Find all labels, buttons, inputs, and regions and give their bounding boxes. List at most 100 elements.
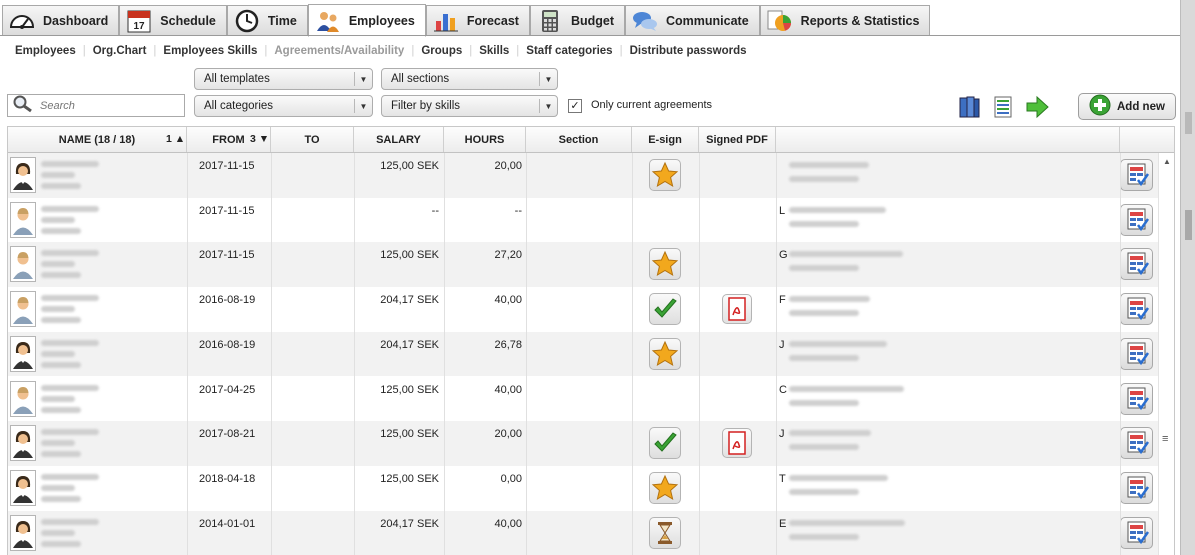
column-hours-label: HOURS xyxy=(464,133,505,146)
scroll-up-icon[interactable]: ▲ xyxy=(1163,157,1171,166)
edit-agreement-icon[interactable] xyxy=(1120,516,1153,549)
tab-budget[interactable]: Budget xyxy=(529,5,626,36)
arrow-right-icon[interactable] xyxy=(1025,95,1049,119)
table-row[interactable]: 2014-01-01 204,17 SEK 40,00 E xyxy=(8,510,1158,555)
search-box xyxy=(7,94,185,117)
subnav-distribute-passwords[interactable]: Distribute passwords xyxy=(623,45,754,57)
agreement-detail-redacted xyxy=(789,265,859,272)
column-esign[interactable]: E-sign xyxy=(632,127,699,152)
agreement-detail-redacted xyxy=(789,399,859,406)
subnav-agreements-availability[interactable]: Agreements/Availability xyxy=(267,45,411,57)
edit-agreement-icon[interactable] xyxy=(1120,248,1153,281)
employee-name-redacted xyxy=(41,518,99,525)
agreement-detail-redacted xyxy=(789,220,859,227)
star-icon[interactable] xyxy=(649,471,681,504)
skills-filter-dropdown[interactable]: Filter by skills ▼ xyxy=(381,95,558,117)
subnav-org-chart[interactable]: Org.Chart xyxy=(86,45,154,57)
star-icon[interactable] xyxy=(649,337,681,370)
edit-agreement-icon[interactable] xyxy=(1120,427,1153,460)
pdf-icon[interactable] xyxy=(722,428,752,459)
column-from-label: FROM xyxy=(212,133,245,146)
column-section[interactable]: Section xyxy=(526,127,632,152)
column-to[interactable]: TO xyxy=(271,127,354,152)
column-esign-label: E-sign xyxy=(648,133,682,146)
search-input[interactable] xyxy=(40,99,170,112)
categories-dropdown[interactable]: All categories ▼ xyxy=(194,95,373,117)
subnav-staff-categories[interactable]: Staff categories xyxy=(519,45,619,57)
agreement-detail-redacted xyxy=(789,488,859,495)
column-name[interactable]: NAME (18 / 18) xyxy=(8,127,187,152)
subnav-groups[interactable]: Groups xyxy=(414,45,469,57)
templates-dropdown[interactable]: All templates ▼ xyxy=(194,68,373,90)
edit-agreement-icon[interactable] xyxy=(1120,203,1153,236)
pdf-icon[interactable] xyxy=(722,294,752,325)
salary-value: 204,17 SEK xyxy=(380,294,439,307)
edit-agreement-icon[interactable] xyxy=(1120,471,1153,504)
column-salary-label: SALARY xyxy=(376,133,421,146)
salary-value: 204,17 SEK xyxy=(380,338,439,351)
table-row[interactable]: 2018-04-18 125,00 SEK 0,00 T xyxy=(8,466,1158,511)
sections-dropdown[interactable]: All sections ▼ xyxy=(381,68,558,90)
column-salary[interactable]: SALARY xyxy=(354,127,444,152)
tab-label: Dashboard xyxy=(43,13,109,28)
agreement-name-redacted xyxy=(789,296,870,303)
edit-agreement-icon[interactable] xyxy=(1120,293,1153,326)
only-current-checkbox[interactable]: ✓ xyxy=(568,99,582,113)
from-date: 2017-04-25 xyxy=(199,383,256,396)
spreadsheet-export-icon[interactable] xyxy=(991,95,1015,119)
agreements-table: NAME (18 / 18) 1 ▲ FROM 3 ▼ TO SALARY HO… xyxy=(7,126,1175,555)
edit-agreement-icon[interactable] xyxy=(1120,337,1153,370)
subnav-employees-skills[interactable]: Employees Skills xyxy=(156,45,264,57)
from-date: 2016-08-19 xyxy=(199,294,256,307)
tab-label: Communicate xyxy=(666,13,749,28)
hours-value: 40,00 xyxy=(494,294,522,307)
chevron-down-icon: ▼ xyxy=(354,72,372,86)
salary-value: 204,17 SEK xyxy=(380,517,439,530)
salary-value: 125,00 SEK xyxy=(380,160,439,172)
window-edge xyxy=(1180,0,1195,555)
subnav-employees[interactable]: Employees xyxy=(8,45,83,57)
hourglass-icon[interactable] xyxy=(649,516,681,549)
table-row[interactable]: 2016-08-19 204,17 SEK 40,00 F xyxy=(8,287,1158,332)
table-row[interactable]: 2017-08-21 125,00 SEK 20,00 J xyxy=(8,421,1158,466)
table-row[interactable]: 2017-11-15 125,00 SEK 27,20 G xyxy=(8,242,1158,288)
clock-icon xyxy=(234,9,260,33)
employee-detail-redacted xyxy=(41,317,81,324)
categories-dropdown-value: All categories xyxy=(204,100,274,112)
star-icon[interactable] xyxy=(649,159,681,191)
tab-reports-statistics[interactable]: Reports & Statistics xyxy=(759,5,931,36)
column-signed-pdf[interactable]: Signed PDF xyxy=(699,127,776,152)
from-date: 2018-04-18 xyxy=(199,472,256,485)
table-row[interactable]: 2016-08-19 204,17 SEK 26,78 J xyxy=(8,331,1158,377)
tab-dashboard[interactable]: Dashboard xyxy=(2,5,120,36)
tab-employees[interactable]: Employees xyxy=(307,4,426,37)
books-icon[interactable] xyxy=(957,95,981,119)
subnav-skills[interactable]: Skills xyxy=(472,45,516,57)
column-to-label: TO xyxy=(304,133,320,146)
employee-detail-redacted xyxy=(41,440,75,447)
tab-communicate[interactable]: Communicate xyxy=(625,5,760,36)
edit-agreement-icon[interactable] xyxy=(1120,159,1153,191)
table-row[interactable]: 2017-11-15 -- -- L xyxy=(8,198,1158,243)
agreement-name-redacted xyxy=(789,385,904,392)
tab-schedule[interactable]: 17 Schedule xyxy=(119,5,227,36)
column-hours[interactable]: HOURS xyxy=(444,127,526,152)
agreement-detail-redacted xyxy=(789,176,859,182)
employee-detail-redacted xyxy=(41,183,81,189)
star-icon[interactable] xyxy=(649,248,681,281)
scroll-grip-icon[interactable]: ≡ xyxy=(1162,434,1168,445)
table-scrollbar[interactable]: ▲ ≡ xyxy=(1158,153,1174,555)
checkmark-icon[interactable] xyxy=(649,293,681,326)
tab-label: Schedule xyxy=(160,13,216,28)
agreement-detail-redacted xyxy=(789,444,859,451)
tab-time[interactable]: Time xyxy=(226,5,308,36)
checkmark-icon[interactable] xyxy=(649,427,681,460)
table-row[interactable]: 2017-04-25 125,00 SEK 40,00 C xyxy=(8,377,1158,422)
salary-value: -- xyxy=(431,204,439,217)
edit-agreement-icon[interactable] xyxy=(1120,382,1153,415)
tab-forecast[interactable]: Forecast xyxy=(425,5,530,36)
agreement-detail-redacted xyxy=(789,533,859,540)
table-row[interactable]: 2017-11-15 125,00 SEK 20,00 xyxy=(8,153,1158,198)
add-new-button[interactable]: Add new xyxy=(1078,93,1176,120)
chevron-down-icon: ▼ xyxy=(539,72,557,86)
